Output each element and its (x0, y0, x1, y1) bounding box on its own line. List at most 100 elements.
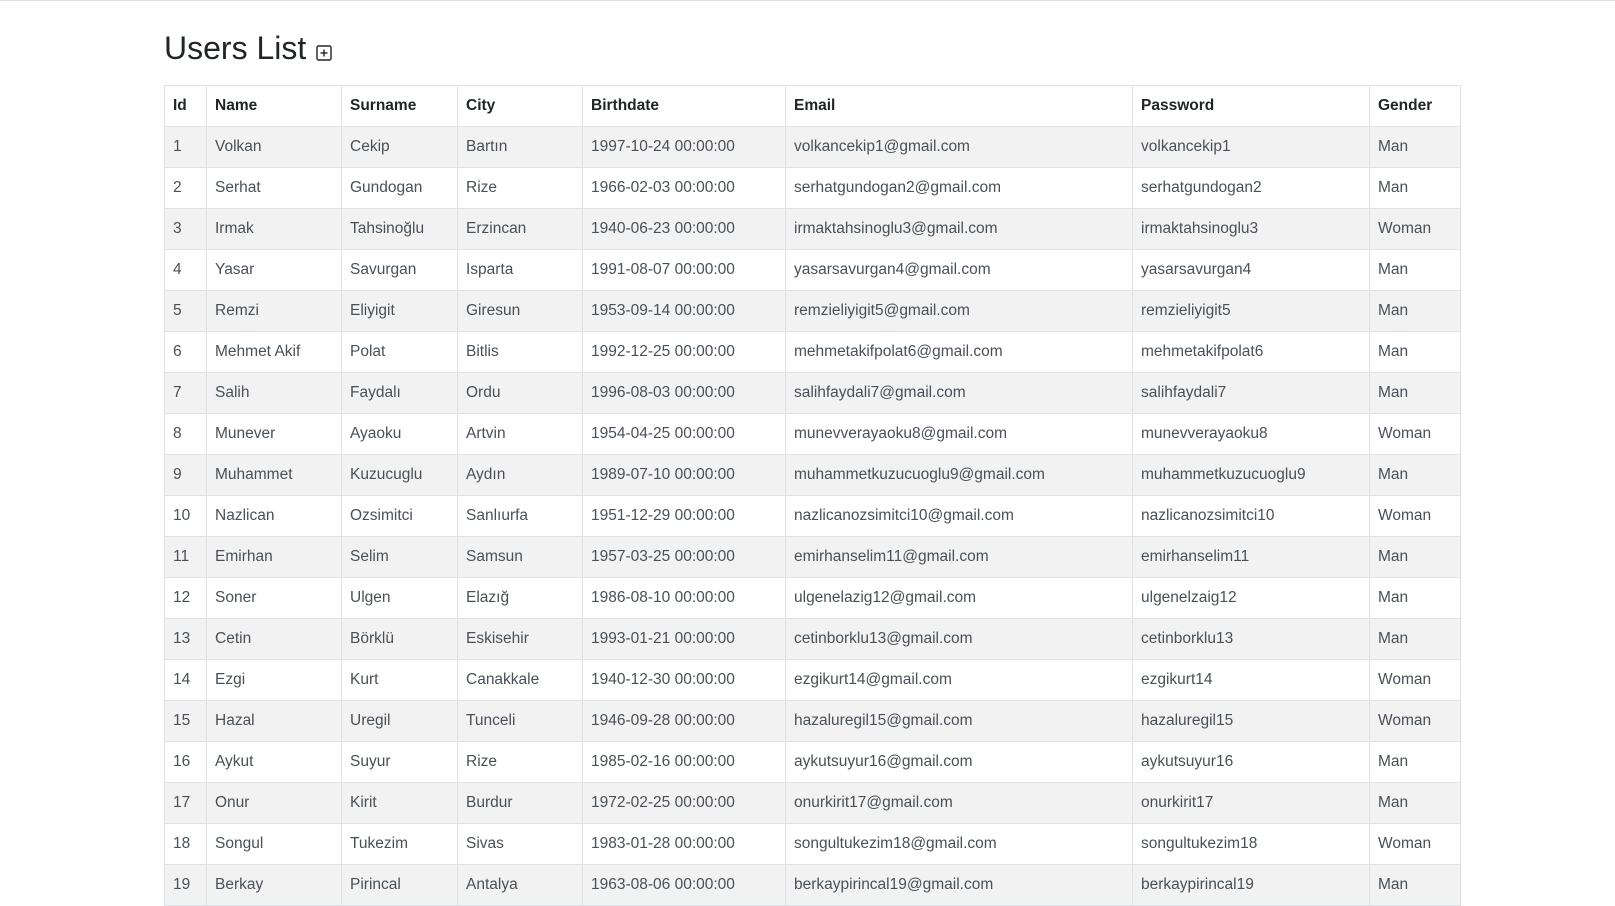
cell-password: serhatgundogan2 (1132, 167, 1370, 209)
cell-gender: Woman (1369, 700, 1461, 742)
table-row[interactable]: 9 Muhammet Kuzucuglu Aydın 1989-07-10 00:00:… (164, 454, 1461, 496)
cell-name: Hazal (206, 700, 342, 742)
table-row[interactable]: 8 Munever Ayaoku Artvin 1954-04-25 00:00:00 m… (164, 413, 1461, 455)
cell-id: 15 (164, 700, 207, 742)
cell-name: Salih (206, 372, 342, 414)
cell-gender: Man (1369, 290, 1461, 332)
cell-id: 13 (164, 618, 207, 660)
cell-gender: Woman (1369, 495, 1461, 537)
cell-id: 19 (164, 864, 207, 906)
cell-birthdate: 1951-12-29 00:00:00 (582, 495, 786, 537)
table-row[interactable]: 19 Berkay Pirincal Antalya 1963-08-06 00:00:… (164, 864, 1461, 906)
table-row[interactable]: 7 Salih Faydalı Ordu 1996-08-03 00:00:00 sali… (164, 372, 1461, 414)
cell-name: Ezgi (206, 659, 342, 701)
cell-gender: Woman (1369, 208, 1461, 250)
cell-surname: Tahsinoğlu (341, 208, 458, 250)
cell-password: onurkirit17 (1132, 782, 1370, 824)
cell-name: Yasar (206, 249, 342, 291)
cell-birthdate: 1986-08-10 00:00:00 (582, 577, 786, 619)
cell-password: ulgenelzaig12 (1132, 577, 1370, 619)
cell-birthdate: 1991-08-07 00:00:00 (582, 249, 786, 291)
cell-gender: Man (1369, 864, 1461, 906)
table-row[interactable]: 10 Nazlican Ozsimitci Sanlıurfa 1951-12-29 0… (164, 495, 1461, 537)
table-row[interactable]: 4 Yasar Savurgan Isparta 1991-08-07 00:00:00… (164, 249, 1461, 291)
cell-surname: Eliyigit (341, 290, 458, 332)
cell-email: remzieliyigit5@gmail.com (785, 290, 1133, 332)
table-row[interactable]: 3 Irmak Tahsinoğlu Erzincan 1940-06-23 00:00… (164, 208, 1461, 250)
cell-city: Giresun (457, 290, 583, 332)
cell-name: Onur (206, 782, 342, 824)
table-row[interactable]: 12 Soner Ulgen Elazığ 1986-08-10 00:00:00 ulg… (164, 577, 1461, 619)
table-row[interactable]: 1 Volkan Cekip Bartın 1997-10-24 00:00:00 vol… (164, 126, 1461, 168)
cell-gender: Man (1369, 741, 1461, 783)
cell-email: onurkirit17@gmail.com (785, 782, 1133, 824)
cell-city: Rize (457, 741, 583, 783)
cell-city: Erzincan (457, 208, 583, 250)
cell-password: muhammetkuzucuoglu9 (1132, 454, 1370, 496)
cell-password: hazaluregil15 (1132, 700, 1370, 742)
cell-surname: Uregil (341, 700, 458, 742)
cell-birthdate: 1983-01-28 00:00:00 (582, 823, 786, 865)
table-row[interactable]: 17 Onur Kirit Burdur 1972-02-25 00:00:00 onur… (164, 782, 1461, 824)
cell-surname: Kuzucuglu (341, 454, 458, 496)
cell-password: ezgikurt14 (1132, 659, 1370, 701)
cell-email: songultukezim18@gmail.com (785, 823, 1133, 865)
table-row[interactable]: 5 Remzi Eliyigit Giresun 1953-09-14 00:00:00… (164, 290, 1461, 332)
cell-surname: Gundogan (341, 167, 458, 209)
cell-password: cetinborklu13 (1132, 618, 1370, 660)
cell-name: Muhammet (206, 454, 342, 496)
cell-name: Songul (206, 823, 342, 865)
cell-name: Berkay (206, 864, 342, 906)
cell-surname: Cekip (341, 126, 458, 168)
cell-password: emirhanselim11 (1132, 536, 1370, 578)
cell-email: volkancekip1@gmail.com (785, 126, 1133, 168)
cell-id: 5 (164, 290, 207, 332)
cell-id: 3 (164, 208, 207, 250)
cell-city: Bitlis (457, 331, 583, 373)
cell-id: 7 (164, 372, 207, 414)
table-row[interactable]: 15 Hazal Uregil Tunceli 1946-09-28 00:00:00 h… (164, 700, 1461, 742)
cell-name: Munever (206, 413, 342, 455)
cell-id: 6 (164, 331, 207, 373)
cell-city: Elazığ (457, 577, 583, 619)
header-row: Id Name Surname City Birthdate Email Password G… (164, 85, 1461, 127)
plus-square-icon[interactable] (316, 45, 332, 61)
table-row[interactable]: 18 Songul Tukezim Sivas 1983-01-28 00:00:00 s… (164, 823, 1461, 865)
cell-name: Remzi (206, 290, 342, 332)
cell-birthdate: 1996-08-03 00:00:00 (582, 372, 786, 414)
cell-email: cetinborklu13@gmail.com (785, 618, 1133, 660)
cell-email: munevverayaoku8@gmail.com (785, 413, 1133, 455)
cell-name: Soner (206, 577, 342, 619)
cell-surname: Börklü (341, 618, 458, 660)
table-row[interactable]: 2 Serhat Gundogan Rize 1966-02-03 00:00:00 se… (164, 167, 1461, 209)
cell-surname: Ulgen (341, 577, 458, 619)
cell-email: nazlicanozsimitci10@gmail.com (785, 495, 1133, 537)
cell-gender: Man (1369, 782, 1461, 824)
cell-password: volkancekip1 (1132, 126, 1370, 168)
table-row[interactable]: 14 Ezgi Kurt Canakkale 1940-12-30 00:00:00 ez… (164, 659, 1461, 701)
table-row[interactable]: 6 Mehmet Akif Polat Bitlis 1992-12-25 00:00:… (164, 331, 1461, 373)
page-header: Users List (164, 23, 1460, 73)
cell-id: 10 (164, 495, 207, 537)
cell-surname: Pirincal (341, 864, 458, 906)
cell-birthdate: 1972-02-25 00:00:00 (582, 782, 786, 824)
cell-email: emirhanselim11@gmail.com (785, 536, 1133, 578)
table-row[interactable]: 13 Cetin Börklü Eskisehir 1993-01-21 00:00:0… (164, 618, 1461, 660)
cell-email: serhatgundogan2@gmail.com (785, 167, 1133, 209)
cell-birthdate: 1963-08-06 00:00:00 (582, 864, 786, 906)
table-row[interactable]: 11 Emirhan Selim Samsun 1957-03-25 00:00:00 e… (164, 536, 1461, 578)
cell-birthdate: 1957-03-25 00:00:00 (582, 536, 786, 578)
cell-name: Cetin (206, 618, 342, 660)
cell-name: Emirhan (206, 536, 342, 578)
users-table: Id Name Surname City Birthdate Email Password G… (164, 85, 1461, 906)
cell-id: 16 (164, 741, 207, 783)
cell-birthdate: 1940-12-30 00:00:00 (582, 659, 786, 701)
cell-birthdate: 1966-02-03 00:00:00 (582, 167, 786, 209)
table-row[interactable]: 16 Aykut Suyur Rize 1985-02-16 00:00:00 aykut… (164, 741, 1461, 783)
column-header-email: Email (785, 85, 1133, 127)
cell-gender: Man (1369, 372, 1461, 414)
column-header-city: City (457, 85, 583, 127)
cell-password: berkaypirincal19 (1132, 864, 1370, 906)
cell-password: aykutsuyur16 (1132, 741, 1370, 783)
cell-name: Serhat (206, 167, 342, 209)
